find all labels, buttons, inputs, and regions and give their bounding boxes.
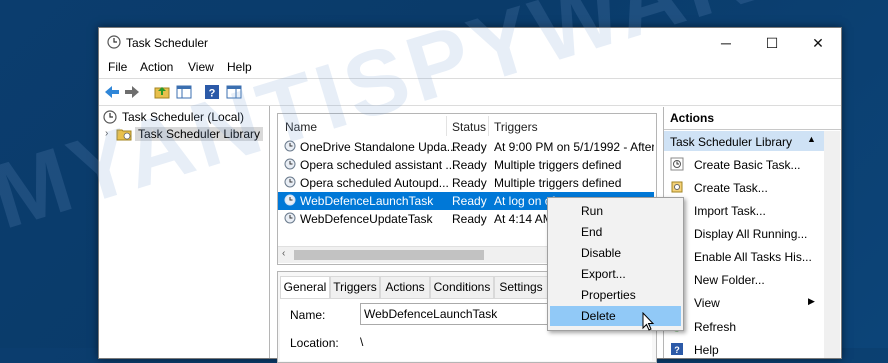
context-menu-export[interactable]: Export... xyxy=(550,264,681,284)
help-icon[interactable]: ? xyxy=(203,83,221,101)
action-view[interactable]: View ▶ xyxy=(670,293,820,313)
show-hide-console-tree-icon[interactable] xyxy=(175,83,193,101)
context-menu-properties[interactable]: Properties xyxy=(550,285,681,305)
show-hide-action-pane-icon[interactable] xyxy=(225,83,243,101)
menu-view[interactable]: View xyxy=(188,60,214,74)
task-trigger: Multiple triggers defined xyxy=(494,158,622,172)
task-row[interactable]: OneDrive Standalone Upda... Ready At 9:0… xyxy=(278,138,654,156)
toolbar: ? xyxy=(99,78,841,106)
title-bar[interactable]: Task Scheduler ─ ☐ ✕ xyxy=(99,28,841,58)
action-help[interactable]: ? Help xyxy=(670,340,820,360)
task-trigger: At 9:00 PM on 5/1/1992 - After t xyxy=(494,140,654,154)
context-menu-disable[interactable]: Disable xyxy=(550,243,681,263)
task-clock-icon xyxy=(284,158,296,170)
task-clock-icon xyxy=(284,194,296,206)
tab-actions[interactable]: Actions xyxy=(380,276,430,298)
collapse-up-icon[interactable]: ▲ xyxy=(807,134,816,144)
column-header-status[interactable]: Status xyxy=(452,120,486,134)
actions-title: Actions xyxy=(670,111,715,125)
action-display-all-running[interactable]: Display All Running... xyxy=(670,224,820,244)
task-name: WebDefenceUpdateTask xyxy=(300,212,433,226)
context-menu-run[interactable]: Run xyxy=(550,201,681,221)
create-basic-task-icon xyxy=(670,157,684,171)
action-create-task[interactable]: Create Task... xyxy=(670,178,820,198)
task-clock-icon xyxy=(284,212,296,224)
submenu-arrow-icon: ▶ xyxy=(808,296,815,306)
tab-settings[interactable]: Settings xyxy=(494,276,548,298)
task-trigger: At 4:14 AM xyxy=(494,212,553,226)
up-folder-icon[interactable] xyxy=(153,83,171,101)
action-import-task[interactable]: Import Task... xyxy=(670,201,820,221)
column-divider[interactable] xyxy=(446,116,447,136)
tree-item-library[interactable]: › Task Scheduler Library xyxy=(105,127,264,145)
actions-section-header[interactable]: Task Scheduler Library ▲ xyxy=(664,131,824,151)
console-tree: Task Scheduler (Local) › Task Scheduler … xyxy=(99,106,270,358)
tab-conditions[interactable]: Conditions xyxy=(430,276,494,298)
task-row[interactable]: Opera scheduled Autoupd... Ready Multipl… xyxy=(278,174,654,192)
tab-general[interactable]: General xyxy=(280,276,330,298)
task-status: Ready xyxy=(452,158,487,172)
task-status: Ready xyxy=(452,176,487,190)
close-button[interactable]: ✕ xyxy=(795,28,841,58)
scroll-left-arrow-icon[interactable]: ‹ xyxy=(282,248,285,259)
svg-text:?: ? xyxy=(674,345,680,355)
chevron-right-icon[interactable]: › xyxy=(105,128,108,139)
action-new-folder[interactable]: New Folder... xyxy=(670,270,820,290)
menu-action[interactable]: Action xyxy=(140,60,173,74)
task-name: Opera scheduled Autoupd... xyxy=(300,176,449,190)
context-menu-delete[interactable]: Delete xyxy=(550,306,681,326)
menu-help[interactable]: Help xyxy=(227,60,252,74)
context-menu: Run End Disable Export... Properties Del… xyxy=(547,197,684,331)
task-name: Opera scheduled assistant ... xyxy=(300,158,456,172)
context-menu-end[interactable]: End xyxy=(550,222,681,242)
mouse-cursor-icon xyxy=(642,312,655,331)
task-row[interactable]: Opera scheduled assistant ... Ready Mult… xyxy=(278,156,654,174)
svg-text:?: ? xyxy=(209,88,216,100)
back-arrow-icon[interactable] xyxy=(103,83,121,101)
task-status: Ready xyxy=(452,194,487,208)
tree-root-label: Task Scheduler (Local) xyxy=(122,110,245,124)
window-title: Task Scheduler xyxy=(126,36,209,50)
task-name: OneDrive Standalone Upda... xyxy=(300,140,457,154)
maximize-button[interactable]: ☐ xyxy=(749,28,795,58)
task-scheduler-window: Task Scheduler ─ ☐ ✕ File Action View He… xyxy=(98,27,842,363)
column-divider[interactable] xyxy=(488,116,489,136)
scrollbar-thumb[interactable] xyxy=(294,250,484,260)
actions-section-label: Task Scheduler Library xyxy=(670,135,793,149)
actions-header: Actions xyxy=(664,107,841,130)
task-clock-icon xyxy=(284,176,296,188)
create-task-icon xyxy=(671,181,683,193)
menu-bar: File Action View Help xyxy=(99,58,841,78)
folder-icon xyxy=(116,129,132,141)
actions-pane: Actions Task Scheduler Library ▲ Create … xyxy=(663,107,841,358)
clock-icon xyxy=(107,35,121,49)
task-name: WebDefenceLaunchTask xyxy=(300,194,434,208)
action-create-basic-task[interactable]: Create Basic Task... xyxy=(670,155,820,175)
task-clock-icon xyxy=(284,140,296,152)
menu-file[interactable]: File xyxy=(108,60,127,74)
name-label: Name: xyxy=(290,308,326,322)
task-status: Ready xyxy=(452,140,487,154)
clock-icon xyxy=(103,110,117,124)
actions-vertical-scrollbar[interactable] xyxy=(824,131,840,358)
action-enable-all-tasks-history[interactable]: Enable All Tasks His... xyxy=(670,247,820,267)
minimize-button[interactable]: ─ xyxy=(703,28,749,58)
task-trigger: Multiple triggers defined xyxy=(494,176,622,190)
help-icon: ? xyxy=(671,343,683,355)
task-status: Ready xyxy=(452,212,487,226)
forward-arrow-icon[interactable] xyxy=(123,83,141,101)
column-header-name[interactable]: Name xyxy=(285,120,317,134)
column-header-triggers[interactable]: Triggers xyxy=(494,120,538,134)
tab-triggers[interactable]: Triggers xyxy=(330,276,380,298)
location-value: \ xyxy=(360,335,364,349)
action-refresh[interactable]: Refresh xyxy=(670,317,820,337)
tree-library-label: Task Scheduler Library xyxy=(135,127,264,141)
